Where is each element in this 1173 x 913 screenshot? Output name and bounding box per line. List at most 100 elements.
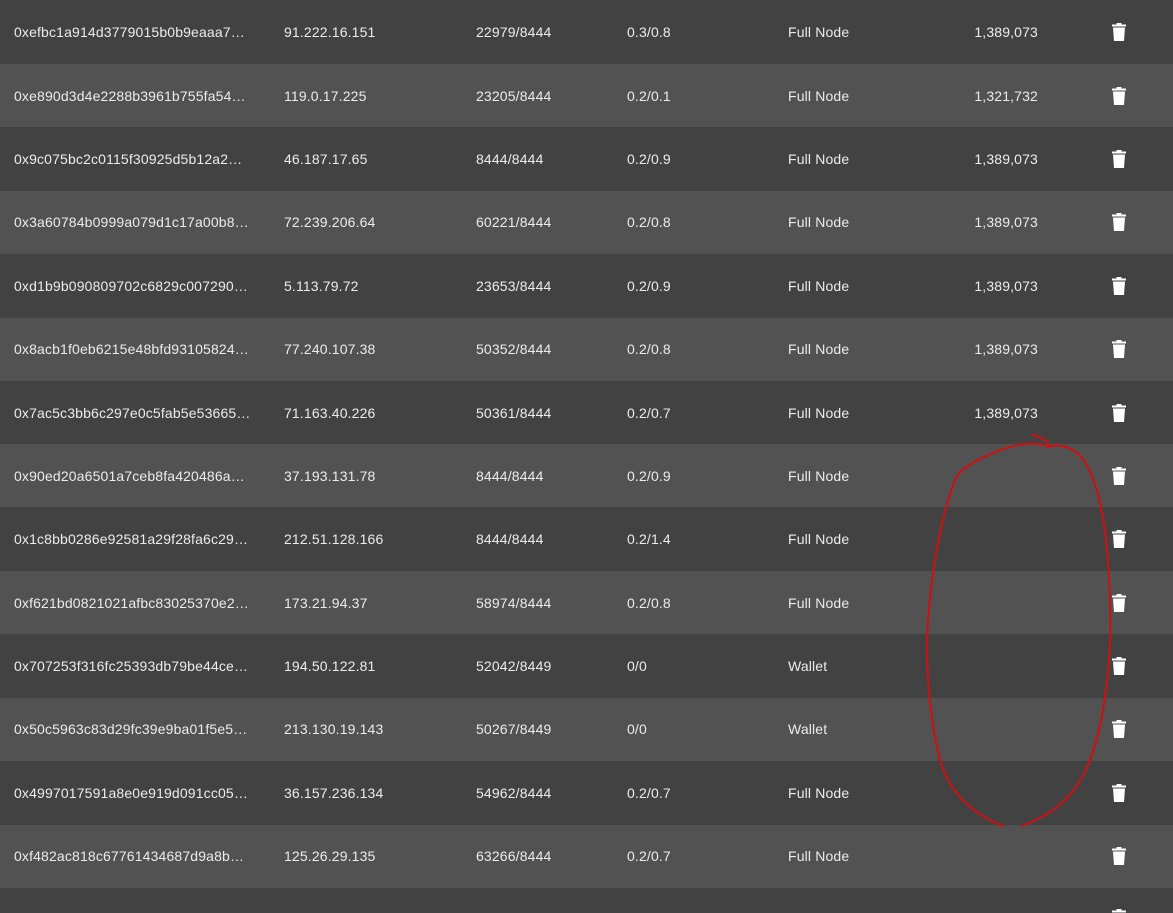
node-id: 0x9c075bc2c0115f30925d5b12a2… [14, 151, 243, 168]
delete-connection-button[interactable] [1104, 635, 1134, 698]
connection-type: Full Node [788, 848, 850, 865]
connection-type: Full Node [788, 531, 850, 548]
ip-address: 77.240.107.38 [284, 341, 376, 358]
node-id-cell: 0x1c8bb0286e92581a29f28fa6c29… [14, 508, 252, 571]
delete-connection-button[interactable] [1104, 508, 1134, 571]
up-down-speed: 0.2/1.4 [627, 531, 671, 548]
table-row: 0x9c075bc2c0115f30925d5b12a2… 46.187.17.… [0, 127, 1173, 191]
port: 23205/8444 [476, 87, 552, 104]
delete-connection-button[interactable] [1104, 698, 1134, 761]
node-id: 0x8acb1f0eb6215e48bfd93105824… [14, 341, 249, 358]
trash-icon [1112, 593, 1126, 612]
delete-connection-button[interactable] [1104, 128, 1134, 191]
peak-height [940, 508, 1038, 571]
trash-icon [1112, 22, 1126, 41]
delete-connection-button[interactable] [1104, 64, 1134, 127]
node-id-cell: 0xf482ac818c67761434687d9a8b… [14, 825, 252, 888]
node-id-cell: 0x7ac5c3bb6c297e0c5fab5e53665… [14, 381, 252, 444]
table-row: 0xe890d3d4e2288b3961b755fa54… 119.0.17.2… [0, 64, 1173, 128]
trash-icon [1112, 720, 1126, 739]
up-down-speed: 0.2/0.7 [627, 404, 671, 421]
node-id: 0xe890d3d4e2288b3961b755fa54… [14, 87, 246, 104]
node-id: 0x1c8bb0286e92581a29f28fa6c29… [14, 531, 249, 548]
node-id-cell: 0xf621bd0821021afbc83025370e2… [14, 571, 252, 634]
table-row: 0x90ed20a6501a7ceb8fa420486a… 37.193.131… [0, 444, 1173, 508]
node-id-cell: 0x3a60784b0999a079d1c17a00b8… [14, 191, 252, 254]
table-row: 0xf482ac818c67761434687d9a8b… 125.26.29.… [0, 824, 1173, 888]
peak-height [940, 571, 1038, 634]
trash-icon [1112, 403, 1126, 422]
peak-height: 1,389,073 [974, 151, 1038, 168]
trash-icon [1112, 530, 1126, 549]
node-id: 0x90ed20a6501a7ceb8fa420486a… [14, 467, 245, 484]
delete-connection-button[interactable] [1104, 888, 1134, 913]
ip-address: 72.239.206.64 [284, 214, 376, 231]
table-row: 0xd1b9b090809702c6829c007290… 5.113.79.7… [0, 254, 1173, 318]
node-id-cell: 0x50c5963c83d29fc39e9ba01f5e5… [14, 698, 252, 761]
ip-address: 173.21.94.37 [284, 594, 368, 611]
connection-type: Full Node [788, 278, 850, 295]
up-down-speed: 0.2/0.9 [627, 151, 671, 168]
trash-icon [1112, 213, 1126, 232]
connection-type: Full Node [788, 87, 850, 104]
up-down-speed: 0.3/0.8 [627, 23, 671, 40]
port: 54962/8444 [476, 784, 552, 801]
peak-height [940, 635, 1038, 698]
up-down-speed: 0.2/0.1 [627, 87, 671, 104]
delete-connection-button[interactable] [1104, 255, 1134, 318]
ip-address: 119.0.17.225 [284, 87, 367, 104]
ip-address: 91.222.16.151 [284, 23, 376, 40]
trash-icon [1112, 277, 1126, 296]
node-id: 0xf482ac818c67761434687d9a8b… [14, 848, 245, 865]
delete-connection-button[interactable] [1104, 761, 1134, 824]
up-down-speed: 0.2/0.8 [627, 341, 671, 358]
port: 60221/8444 [476, 214, 552, 231]
up-down-speed: 0/0 [627, 658, 647, 675]
trash-icon [1112, 657, 1126, 676]
peak-height [940, 761, 1038, 824]
trash-icon [1112, 86, 1126, 105]
connection-type: Full Node [788, 341, 850, 358]
delete-connection-button[interactable] [1104, 381, 1134, 444]
delete-connection-button[interactable] [1104, 191, 1134, 254]
node-id: 0x707253f316fc25393db79be44ce… [14, 658, 249, 675]
delete-connection-button[interactable] [1104, 0, 1134, 63]
port: 50361/8444 [476, 404, 552, 421]
delete-connection-button[interactable] [1104, 444, 1134, 507]
peak-height [940, 444, 1038, 507]
node-id: 0x4997017591a8e0e919d091cc05… [14, 784, 249, 801]
trash-icon [1112, 150, 1126, 169]
node-id: 0x7ac5c3bb6c297e0c5fab5e53665… [14, 404, 251, 421]
ip-address: 37.193.131.78 [284, 467, 376, 484]
node-id-cell: 0x90ed20a6501a7ceb8fa420486a… [14, 444, 252, 507]
node-id: 0x3a60784b0999a079d1c17a00b8… [14, 214, 249, 231]
port: 50267/8449 [476, 721, 552, 738]
ip-address: 194.50.122.81 [284, 658, 376, 675]
table-row: 0x7ac5c3bb6c297e0c5fab5e53665… 71.163.40… [0, 381, 1173, 445]
up-down-speed: 0.2/0.7 [627, 784, 671, 801]
port: 8444/8444 [476, 151, 544, 168]
connection-type: Full Node [788, 23, 850, 40]
node-id: 0x50c5963c83d29fc39e9ba01f5e5… [14, 721, 248, 738]
table-row: 0x4997017591a8e0e919d091cc05… 36.157.236… [0, 761, 1173, 825]
node-id-cell: 0x9c075bc2c0115f30925d5b12a2… [14, 128, 252, 191]
connection-type: Full Node [788, 404, 850, 421]
delete-connection-button[interactable] [1104, 825, 1134, 888]
connections-table: 0xefbc1a914d3779015b0b9eaaa7… 91.222.16.… [0, 0, 1173, 913]
node-id-cell: 0xe890d3d4e2288b3961b755fa54… [14, 64, 252, 127]
node-id-cell: 0x4997017591a8e0e919d091cc05… [14, 761, 252, 824]
ip-address: 212.51.128.166 [284, 531, 384, 548]
connection-type: Full Node [788, 214, 850, 231]
table-row: 0x8acb1f0eb6215e48bfd93105824… 77.240.10… [0, 317, 1173, 381]
connection-type: Wallet [788, 658, 828, 675]
table-row-partial [0, 888, 1173, 913]
port: 23653/8444 [476, 278, 552, 295]
port: 52042/8449 [476, 658, 552, 675]
delete-connection-button[interactable] [1104, 318, 1134, 381]
port: 63266/8444 [476, 848, 552, 865]
node-id-cell: 0x8acb1f0eb6215e48bfd93105824… [14, 318, 252, 381]
delete-connection-button[interactable] [1104, 571, 1134, 634]
up-down-speed: 0/0 [627, 721, 647, 738]
table-row: 0x50c5963c83d29fc39e9ba01f5e5… 213.130.1… [0, 697, 1173, 761]
port: 22979/8444 [476, 23, 552, 40]
